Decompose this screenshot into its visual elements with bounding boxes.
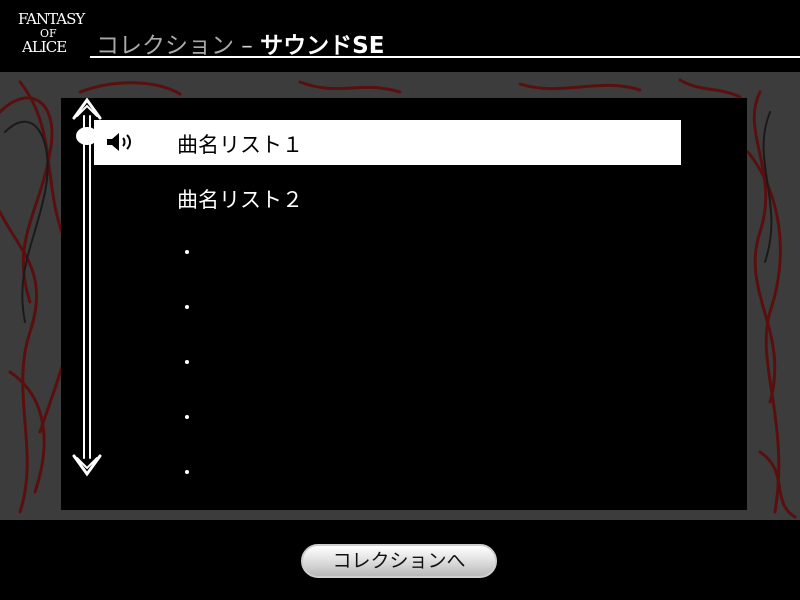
list-item-empty[interactable] — [94, 340, 681, 385]
placeholder-dot — [185, 415, 189, 419]
scribble-background: 曲名リスト１ 曲名リスト２ — [0, 72, 800, 520]
back-to-collection-button[interactable]: コレクションへ — [301, 544, 497, 578]
placeholder-dot — [185, 360, 189, 364]
sound-list-panel: 曲名リスト１ 曲名リスト２ — [61, 98, 747, 510]
list-item-label: 曲名リスト２ — [177, 188, 303, 212]
header-divider — [90, 56, 800, 58]
header-bar: FANTASY OF ALICE コレクション – サウンドSE — [0, 0, 800, 60]
list-item-empty[interactable] — [94, 230, 681, 275]
vertical-scrollbar[interactable] — [61, 98, 111, 478]
page-title: コレクション – サウンドSE — [96, 26, 384, 60]
logo-text-fantasy: FANTASY — [18, 10, 85, 28]
fantasy-of-alice-logo: FANTASY OF ALICE — [18, 10, 85, 60]
logo-text-alice: ALICE — [22, 38, 67, 56]
list-item-selected[interactable]: 曲名リスト１ — [94, 120, 681, 165]
list-item-empty[interactable] — [94, 285, 681, 330]
placeholder-dot — [185, 250, 189, 254]
list-item-label: 曲名リスト１ — [177, 133, 303, 157]
list-item-empty[interactable] — [94, 395, 681, 440]
placeholder-dot — [185, 305, 189, 309]
list-item-empty[interactable] — [94, 450, 681, 495]
list-item[interactable]: 曲名リスト２ — [94, 175, 681, 220]
scrollbar-thumb[interactable] — [76, 127, 98, 145]
placeholder-dot — [185, 470, 189, 474]
